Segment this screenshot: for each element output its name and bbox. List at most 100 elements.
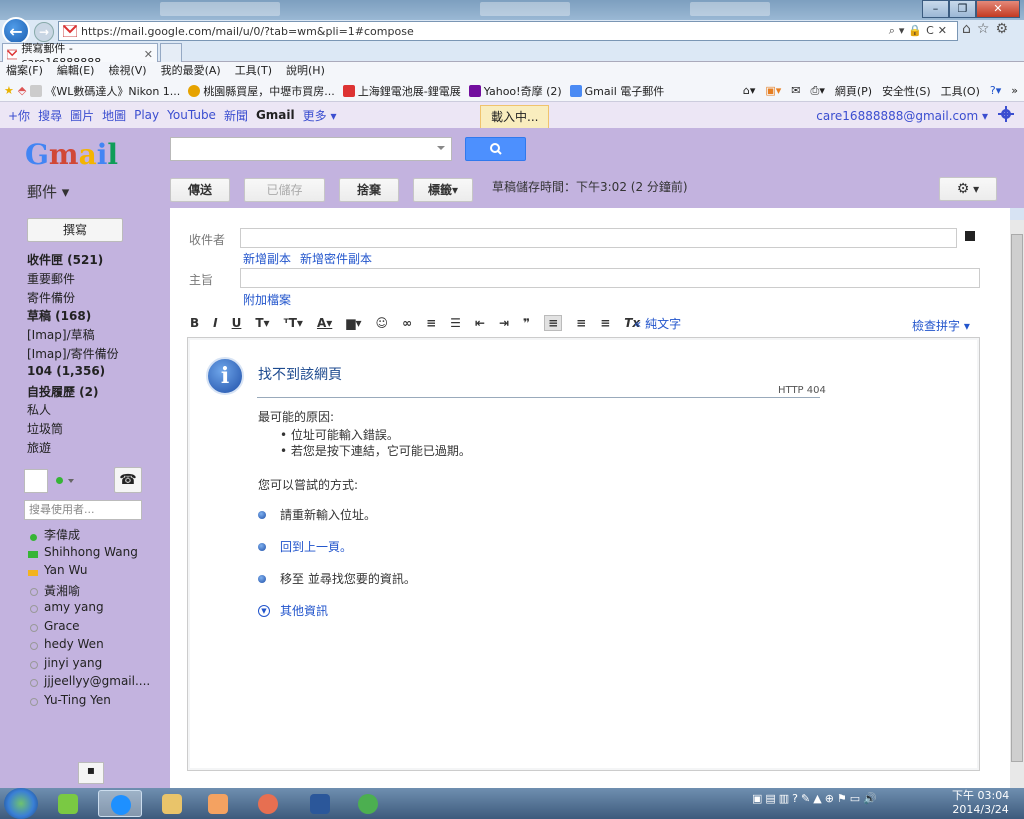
saved-button[interactable]: 已儲存 (244, 178, 325, 202)
align-right-icon[interactable]: ≡ (600, 316, 610, 330)
address-bar[interactable]: https://mail.google.com/mail/u/0/?tab=wm… (58, 21, 958, 41)
gbar-plus-you[interactable]: +你 (8, 107, 30, 124)
status-chevron-icon[interactable] (68, 479, 74, 483)
contact-item[interactable]: hedy Wen (28, 637, 104, 651)
gear-icon[interactable] (998, 106, 1014, 122)
send-button[interactable]: 傳送 (170, 178, 230, 202)
sidebar-item[interactable]: 自投履歷 (2) (27, 383, 99, 400)
chat-bubble-icon[interactable]: ▪ (78, 762, 104, 784)
safety-menu[interactable]: 安全性(S) (882, 83, 931, 99)
gmail-logo[interactable]: Gmail (25, 138, 118, 171)
mail-menu[interactable]: 郵件 ▾ (27, 181, 69, 202)
outdent-icon[interactable]: ⇤ (475, 316, 485, 330)
clock[interactable]: 下午 03:04 2014/3/24 (952, 789, 1009, 817)
go-back-link[interactable]: 回到上一頁。 (258, 538, 352, 555)
bold-icon[interactable]: B (190, 316, 199, 330)
start-button[interactable] (4, 788, 38, 819)
favorites-star-icon[interactable]: ★ (4, 84, 14, 97)
taskbar-firefox-icon[interactable] (246, 790, 290, 817)
new-tab-button[interactable] (160, 43, 182, 62)
link-icon[interactable]: ∞ (402, 316, 412, 330)
gbar-more[interactable]: 更多 ▾ (303, 107, 337, 124)
sidebar-item[interactable]: 旅遊 (27, 439, 51, 456)
font-size-icon[interactable]: ᵀT▾ (284, 316, 303, 330)
contact-item[interactable]: Yan Wu (28, 563, 88, 577)
indent-icon[interactable]: ⇥ (499, 316, 509, 330)
menu-tools[interactable]: 工具(T) (235, 62, 272, 80)
menu-view[interactable]: 檢視(V) (108, 62, 146, 80)
taskbar-media-icon[interactable] (196, 790, 240, 817)
home-icon[interactable]: ⌂▾ (743, 84, 756, 97)
to-input[interactable] (240, 228, 957, 248)
numbered-list-icon[interactable]: ≡ (426, 316, 436, 330)
contact-item[interactable]: 黃湘喻 (28, 582, 80, 599)
taskbar-ie-icon[interactable] (98, 790, 142, 817)
settings-button[interactable]: ⚙ ▾ (939, 177, 997, 201)
menu-edit[interactable]: 編輯(E) (57, 62, 95, 80)
people-search-input[interactable]: 搜尋使用者... (24, 500, 142, 520)
sidebar-item[interactable]: [Imap]/寄件備份 (27, 345, 119, 362)
taskbar-word-icon[interactable] (298, 790, 342, 817)
search-button[interactable] (465, 137, 526, 161)
taskbar-app-icon[interactable] (46, 790, 90, 817)
gbar-gmail[interactable]: Gmail (256, 108, 295, 122)
online-status-icon[interactable] (56, 477, 63, 484)
help-icon[interactable]: ?▾ (990, 84, 1001, 97)
page-menu[interactable]: 網頁(P) (835, 83, 872, 99)
tools-menu[interactable]: 工具(O) (941, 83, 980, 99)
sidebar-item[interactable]: 104 (1,356) (27, 364, 105, 378)
sidebar-item[interactable]: 私人 (27, 401, 51, 418)
contact-item[interactable]: jinyi yang (28, 656, 102, 670)
discard-button[interactable]: 捨棄 (339, 178, 399, 202)
favorite-link[interactable]: 桃園縣買屋，中壢市買房... (188, 83, 335, 99)
avatar[interactable] (24, 469, 48, 493)
print-icon[interactable]: ⎙▾ (811, 84, 825, 98)
taskbar-explorer-icon[interactable] (150, 790, 194, 817)
gbar-news[interactable]: 新聞 (224, 107, 248, 124)
sidebar-item[interactable]: [Imap]/草稿 (27, 326, 95, 343)
rss-icon[interactable]: ▣▾ (765, 84, 781, 97)
sidebar-item[interactable]: 寄件備份 (27, 289, 75, 306)
popout-icon[interactable] (965, 231, 975, 241)
gbar-play[interactable]: Play (134, 108, 159, 122)
emoji-icon[interactable]: ☺ (376, 316, 389, 330)
add-bcc-link[interactable]: 新增密件副本 (300, 250, 372, 267)
add-favorite-icon[interactable]: ⬘ (18, 84, 26, 97)
account-email[interactable]: care16888888@gmail.com ▾ (816, 109, 988, 123)
compose-button[interactable]: 撰寫 (27, 218, 123, 242)
favorite-link[interactable]: Gmail 電子郵件 (569, 83, 664, 99)
attach-file-link[interactable]: 附加檔案 (243, 291, 291, 308)
more-info-link[interactable]: ▼ 其他資訊 (258, 602, 328, 619)
minimize-button[interactable]: – (922, 0, 949, 18)
close-tab-icon[interactable]: ✕ (144, 48, 153, 61)
address-bar-icons[interactable]: ⌕▾🔒C✕ (889, 24, 951, 38)
sidebar-item[interactable]: 垃圾筒 (27, 420, 63, 437)
align-left-icon[interactable]: ≡ (544, 315, 563, 331)
labels-button[interactable]: 標籤▾ (413, 178, 473, 202)
add-cc-link[interactable]: 新增副本 (243, 250, 291, 267)
bulleted-list-icon[interactable]: ☰ (450, 316, 461, 330)
scrollbar-thumb[interactable] (1011, 234, 1023, 762)
close-window-button[interactable]: ✕ (976, 0, 1020, 18)
gbar-youtube[interactable]: YouTube (167, 108, 216, 122)
favorite-link[interactable]: 上海鋰電池展-鋰電展 (342, 83, 461, 99)
taskbar-chrome-icon[interactable] (346, 790, 390, 817)
contact-item[interactable]: jjjeellyy@gmail.... (28, 674, 150, 688)
underline-icon[interactable]: U (232, 316, 242, 330)
contact-item[interactable]: Yu-Ting Yen (28, 693, 111, 707)
favorite-link[interactable]: Yahoo!奇摩 (2) (468, 83, 562, 99)
menu-favorites[interactable]: 我的最愛(A) (161, 62, 221, 80)
menu-file[interactable]: 檔案(F) (6, 62, 43, 80)
sidebar-item[interactable]: 收件匣 (521) (27, 251, 103, 268)
spell-check-link[interactable]: 檢查拼字 ▾ (912, 317, 970, 334)
contact-item[interactable]: 李偉成 (28, 526, 80, 543)
gbar-maps[interactable]: 地圖 (102, 107, 126, 124)
contact-item[interactable]: amy yang (28, 600, 104, 614)
tab-compose[interactable]: 撰寫郵件 - care16888888... ✕ (2, 42, 158, 69)
plain-text-link[interactable]: « 純文字 (634, 315, 681, 332)
text-color-icon[interactable]: A▾ (317, 316, 332, 330)
sidebar-item[interactable]: 重要郵件 (27, 270, 75, 287)
italic-icon[interactable]: I (213, 316, 217, 330)
phone-icon[interactable]: ☎ (114, 467, 142, 493)
scrollbar[interactable] (1010, 220, 1024, 788)
